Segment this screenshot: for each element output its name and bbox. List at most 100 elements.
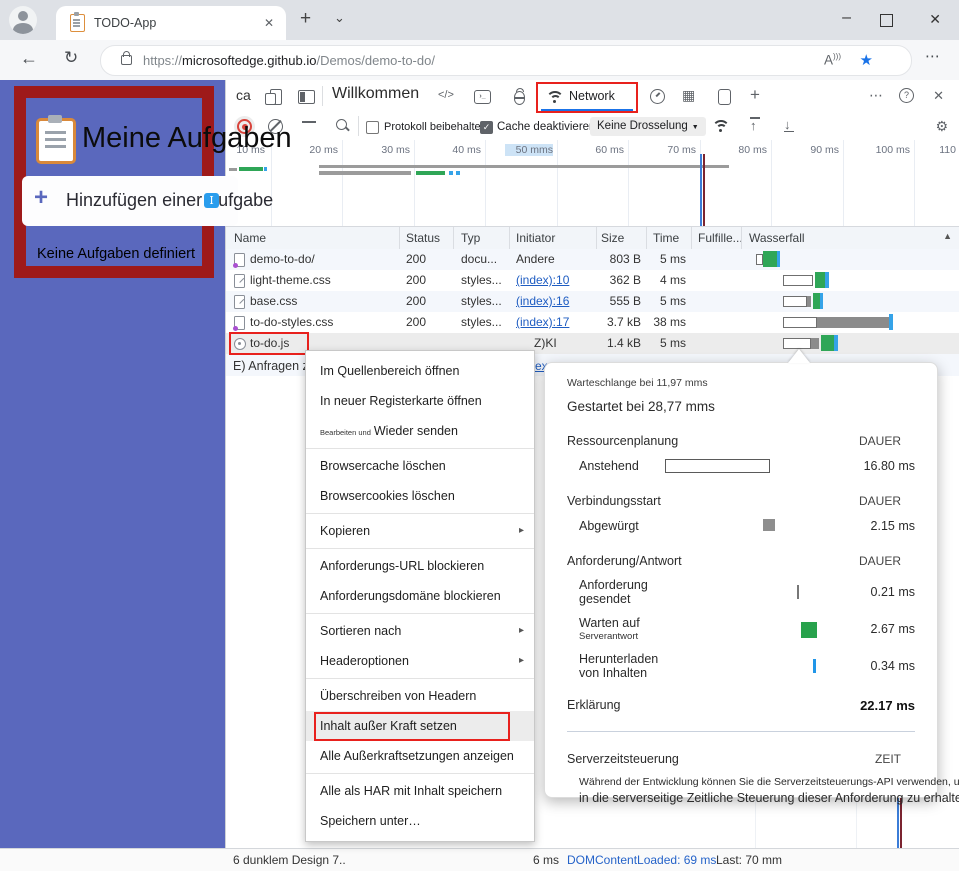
menu-item-copy[interactable]: Kopieren▸ [306, 516, 534, 546]
column-header-name[interactable]: Name [234, 231, 266, 245]
table-row[interactable]: light-theme.css 200 styles... (index):10… [226, 270, 959, 291]
export-har-icon[interactable]: ↓ [784, 117, 791, 132]
network-overview-timeline[interactable]: 10 ms 20 ms 30 ms 40 ms 50 mms 60 ms 70 … [226, 140, 959, 227]
memory-chip-icon[interactable]: ▦ [682, 87, 695, 104]
preserve-log-checkbox[interactable] [366, 121, 379, 134]
menu-item-save-all-as-har[interactable]: Alle als HAR mit Inhalt speichern [306, 776, 534, 806]
menu-item-override-headers[interactable]: Überschreiben von Headern [306, 681, 534, 711]
new-tab-button[interactable]: + [300, 8, 311, 30]
menu-separator [306, 513, 534, 514]
plus-icon: + [34, 184, 48, 212]
menu-item-clear-browser-cookies[interactable]: Browsercookies löschen [306, 481, 534, 511]
preserve-log-label[interactable]: Protokoll beibehalten [384, 121, 487, 133]
tab-close-icon[interactable]: ✕ [264, 16, 274, 30]
refresh-button[interactable]: ↻ [64, 48, 78, 68]
menu-item-sort-by[interactable]: Sortieren nach▸ [306, 616, 534, 646]
timing-row-queueing: Anstehend 16.80 ms [567, 458, 915, 474]
timing-row-request-sent: Anforderung gesendet 0.21 ms [567, 578, 915, 606]
network-settings-gear-icon[interactable]: ⚙ [935, 118, 948, 135]
column-header-size[interactable]: Size [601, 231, 624, 245]
devtools-toolbar: ca Willkommen </> ›_ Network ▦ + ⋯ ? ✕ [226, 80, 959, 114]
browser-tab[interactable]: TODO-App ✕ [56, 6, 286, 40]
table-row[interactable]: base.css 200 styles... (index):16 555 B … [226, 291, 959, 312]
devtools-more-menu-icon[interactable]: ⋯ [869, 87, 884, 104]
elements-tab-icon[interactable]: </> [438, 89, 454, 101]
debug-bug-icon[interactable] [514, 91, 525, 105]
ruler-tick-highlighted: 50 mms [505, 144, 553, 156]
add-task-bar[interactable]: + Hinzufügen einer Aufgabe I [22, 176, 238, 226]
column-header-time[interactable]: Time [653, 231, 679, 245]
menu-separator [306, 613, 534, 614]
console-tab-icon[interactable]: ›_ [474, 90, 491, 104]
waterfall-bar [741, 291, 959, 312]
network-conditions-icon[interactable] [712, 120, 728, 132]
section-resource-scheduling: Ressourcenplanung DAUER [567, 434, 915, 448]
throttling-dropdown[interactable]: Keine Drosselung▼ [590, 117, 706, 136]
menu-item-edit-and-resend[interactable]: Bearbeiten undWieder senden [306, 416, 534, 446]
initiator-link[interactable]: (index):16 [516, 294, 569, 308]
duration-column-header: DAUER [859, 554, 915, 568]
ruler-tick: 40 ms [433, 144, 481, 156]
initiator-link[interactable]: (index):17 [516, 315, 569, 329]
window-close-button[interactable]: ✕ [929, 11, 941, 28]
status-load-time: Last: 70 mm [716, 853, 782, 867]
sort-arrow-icon[interactable]: ▲ [943, 231, 952, 241]
url-text[interactable]: https://microsoftedge.github.io/Demos/de… [143, 53, 435, 68]
menu-item-header-options[interactable]: Headeroptionen▸ [306, 646, 534, 676]
menu-item-override-content[interactable]: Inhalt außer Kraft setzen [306, 711, 534, 741]
tab-list-menu-icon[interactable]: ⌄ [334, 10, 345, 26]
filter-icon[interactable] [302, 120, 316, 132]
column-header-fulfilled[interactable]: Fulfille... [698, 231, 743, 245]
performance-gauge-icon[interactable] [650, 89, 665, 104]
timing-row-content-download: Herunterladen von Inhalten 0.34 ms [567, 652, 915, 680]
context-menu: Im Quellenbereich öffnen In neuer Regist… [305, 350, 535, 842]
submenu-arrow-icon: ▸ [519, 516, 524, 546]
column-header-initiator[interactable]: Initiator [516, 231, 555, 245]
window-minimize-button[interactable]: – [842, 9, 851, 27]
menu-item-open-in-new-tab[interactable]: In neuer Registerkarte öffnen [306, 386, 534, 416]
menu-item-show-all-overrides[interactable]: Alle Außerkraftsetzungen anzeigen [306, 741, 534, 771]
overview-bar [416, 171, 445, 175]
devtools-close-icon[interactable]: ✕ [933, 88, 944, 104]
help-icon[interactable]: ? [899, 88, 914, 103]
column-header-waterfall[interactable]: Wasserfall [749, 231, 805, 245]
tooltip-arrow [788, 349, 810, 363]
back-button[interactable]: ← [20, 48, 38, 69]
application-storage-icon[interactable] [718, 89, 731, 105]
menu-item-open-in-sources[interactable]: Im Quellenbereich öffnen [306, 356, 534, 386]
dock-side-icon[interactable] [298, 90, 315, 104]
disable-cache-checkbox[interactable]: ✓ [480, 121, 493, 134]
table-row[interactable]: to-do-styles.css 200 styles... (index):1… [226, 312, 959, 333]
document-file-icon [234, 316, 245, 330]
search-icon[interactable] [336, 119, 347, 130]
more-tools-add-icon[interactable]: + [750, 85, 760, 105]
import-har-icon[interactable]: ↑ [750, 118, 757, 133]
read-aloud-icon[interactable]: A))) [824, 52, 841, 68]
overview-bar [264, 167, 267, 171]
tab-welcome[interactable]: Willkommen [332, 85, 419, 103]
favorite-star-icon[interactable]: ★ [860, 51, 873, 69]
status-domcontentloaded: DOMContentLoaded: 69 ms [567, 853, 716, 867]
window-maximize-button[interactable] [880, 14, 893, 27]
time-column-header: ZEIT [875, 752, 915, 766]
devtools-status-bar: 6 dunklem Design 7.. 6 ms DOMContentLoad… [0, 848, 959, 871]
initiator-link[interactable]: (index):10 [516, 273, 569, 287]
menu-item-clear-browser-cache[interactable]: Browsercache löschen [306, 451, 534, 481]
profile-avatar[interactable] [9, 6, 37, 34]
column-header-status[interactable]: Status [406, 231, 440, 245]
menu-item-save-as[interactable]: Speichern unter… [306, 806, 534, 836]
disable-cache-label[interactable]: Cache deaktivieren [497, 121, 595, 133]
menu-item-block-request-domain[interactable]: Anforderungsdomäne blockieren [306, 581, 534, 611]
inspect-label[interactable]: ca [236, 87, 251, 103]
column-header-typ[interactable]: Typ [461, 231, 480, 245]
content-download-marker [813, 659, 816, 673]
menu-item-block-request-url[interactable]: Anforderungs-URL blockieren [306, 551, 534, 581]
ruler-tick: 90 ms [791, 144, 839, 156]
stylesheet-file-icon [234, 274, 245, 288]
annotation-box-network-tab [536, 82, 638, 113]
address-bar[interactable]: https://microsoftedge.github.io/Demos/de… [100, 45, 912, 76]
table-row[interactable]: demo-to-do/ 200 docu... Andere 803 B 5 m… [226, 249, 959, 270]
waterfall-bar [741, 249, 959, 270]
browser-settings-menu-icon[interactable]: ⋯ [925, 47, 941, 65]
device-emulation-icon[interactable] [270, 89, 282, 105]
